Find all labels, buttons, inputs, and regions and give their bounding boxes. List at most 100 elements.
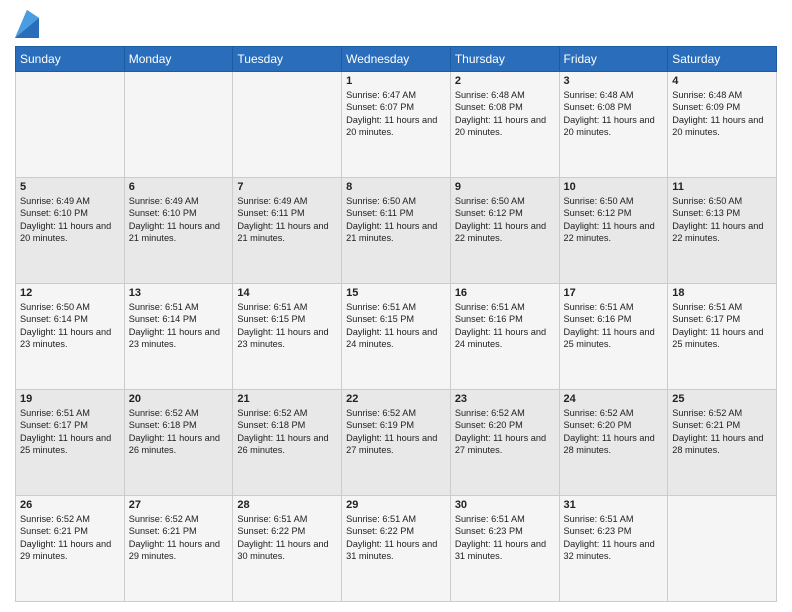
day-info: Sunrise: 6:52 AM Sunset: 6:21 PM Dayligh… (672, 407, 772, 457)
day-cell-10: 10Sunrise: 6:50 AM Sunset: 6:12 PM Dayli… (559, 178, 668, 284)
day-info: Sunrise: 6:52 AM Sunset: 6:20 PM Dayligh… (564, 407, 664, 457)
day-cell-31: 31 Sunrise: 6:51 AM Sunset: 6:23 PM Dayli… (559, 496, 668, 602)
day-number: 2 (455, 75, 555, 87)
day-cell-7: 7 Sunrise: 6:49 AM Sunset: 6:11 PM Daylig… (233, 178, 342, 284)
day-number: 30 (455, 499, 555, 511)
day-cell-27: 27 Sunrise: 6:52 AM Sunset: 6:21 PM Dayli… (124, 496, 233, 602)
day-number: 31 (564, 499, 664, 511)
day-number: 25 (672, 393, 772, 405)
day-info: Sunrise: 6:49 AM Sunset: 6:10 PM Dayligh… (20, 195, 120, 245)
day-number: 18 (672, 287, 772, 299)
day-info: Sunrise: 6:48 AM Sunset: 6:08 PM Dayligh… (455, 89, 555, 139)
day-info: Sunrise: 6:51 AM Sunset: 6:23 PM Dayligh… (564, 513, 664, 563)
day-cell-16: 16Sunrise: 6:51 AM Sunset: 6:16 PM Dayli… (450, 284, 559, 390)
week-row-0: 1 Sunrise: 6:47 AM Sunset: 6:07 PM Daylig… (16, 72, 777, 178)
logo (15, 10, 41, 38)
day-number: 4 (672, 75, 772, 87)
calendar-table: SundayMondayTuesdayWednesdayThursdayFrid… (15, 46, 777, 602)
day-cell-3: 3 Sunrise: 6:48 AM Sunset: 6:08 PM Daylig… (559, 72, 668, 178)
page: SundayMondayTuesdayWednesdayThursdayFrid… (0, 0, 792, 612)
day-number: 23 (455, 393, 555, 405)
day-cell-6: 6 Sunrise: 6:49 AM Sunset: 6:10 PM Daylig… (124, 178, 233, 284)
day-cell-9: 9 Sunrise: 6:50 AM Sunset: 6:12 PM Daylig… (450, 178, 559, 284)
day-number: 8 (346, 181, 446, 193)
day-cell-2: 2 Sunrise: 6:48 AM Sunset: 6:08 PM Daylig… (450, 72, 559, 178)
day-info: Sunrise: 6:52 AM Sunset: 6:19 PM Dayligh… (346, 407, 446, 457)
day-number: 3 (564, 75, 664, 87)
day-info: Sunrise: 6:52 AM Sunset: 6:21 PM Dayligh… (129, 513, 229, 563)
day-info: Sunrise: 6:51 AM Sunset: 6:16 PM Dayligh… (564, 301, 664, 351)
day-number: 29 (346, 499, 446, 511)
day-number: 6 (129, 181, 229, 193)
day-info: Sunrise: 6:50 AM Sunset: 6:12 PM Dayligh… (455, 195, 555, 245)
day-number: 13 (129, 287, 229, 299)
day-cell-24: 24 Sunrise: 6:52 AM Sunset: 6:20 PM Dayli… (559, 390, 668, 496)
day-info: Sunrise: 6:49 AM Sunset: 6:11 PM Dayligh… (237, 195, 337, 245)
day-info: Sunrise: 6:50 AM Sunset: 6:14 PM Dayligh… (20, 301, 120, 351)
day-number: 12 (20, 287, 120, 299)
weekday-header-friday: Friday (559, 47, 668, 72)
day-info: Sunrise: 6:50 AM Sunset: 6:13 PM Dayligh… (672, 195, 772, 245)
day-number: 17 (564, 287, 664, 299)
day-cell-29: 29 Sunrise: 6:51 AM Sunset: 6:22 PM Dayli… (342, 496, 451, 602)
day-info: Sunrise: 6:48 AM Sunset: 6:09 PM Dayligh… (672, 89, 772, 139)
day-info: Sunrise: 6:51 AM Sunset: 6:22 PM Dayligh… (237, 513, 337, 563)
day-number: 9 (455, 181, 555, 193)
day-info: Sunrise: 6:52 AM Sunset: 6:21 PM Dayligh… (20, 513, 120, 563)
weekday-header-row: SundayMondayTuesdayWednesdayThursdayFrid… (16, 47, 777, 72)
week-row-3: 19 Sunrise: 6:51 AM Sunset: 6:17 PM Dayli… (16, 390, 777, 496)
day-info: Sunrise: 6:49 AM Sunset: 6:10 PM Dayligh… (129, 195, 229, 245)
day-info: Sunrise: 6:52 AM Sunset: 6:18 PM Dayligh… (129, 407, 229, 457)
day-info: Sunrise: 6:51 AM Sunset: 6:17 PM Dayligh… (20, 407, 120, 457)
day-cell-8: 8 Sunrise: 6:50 AM Sunset: 6:11 PM Daylig… (342, 178, 451, 284)
day-cell-12: 12 Sunrise: 6:50 AM Sunset: 6:14 PM Dayli… (16, 284, 125, 390)
day-cell-14: 14Sunrise: 6:51 AM Sunset: 6:15 PM Dayli… (233, 284, 342, 390)
day-cell-25: 25 Sunrise: 6:52 AM Sunset: 6:21 PM Dayli… (668, 390, 777, 496)
empty-cell (233, 72, 342, 178)
day-number: 26 (20, 499, 120, 511)
day-cell-21: 21Sunrise: 6:52 AM Sunset: 6:18 PM Dayli… (233, 390, 342, 496)
day-number: 28 (237, 499, 337, 511)
day-info: Sunrise: 6:48 AM Sunset: 6:08 PM Dayligh… (564, 89, 664, 139)
day-info: Sunrise: 6:51 AM Sunset: 6:15 PM Dayligh… (346, 301, 446, 351)
day-cell-13: 13 Sunrise: 6:51 AM Sunset: 6:14 PM Dayli… (124, 284, 233, 390)
empty-cell (124, 72, 233, 178)
day-info: Sunrise: 6:51 AM Sunset: 6:23 PM Dayligh… (455, 513, 555, 563)
weekday-header-monday: Monday (124, 47, 233, 72)
day-cell-22: 22 Sunrise: 6:52 AM Sunset: 6:19 PM Dayli… (342, 390, 451, 496)
weekday-header-saturday: Saturday (668, 47, 777, 72)
logo-icon (15, 10, 39, 38)
day-cell-4: 4 Sunrise: 6:48 AM Sunset: 6:09 PM Daylig… (668, 72, 777, 178)
day-number: 15 (346, 287, 446, 299)
day-number: 20 (129, 393, 229, 405)
day-info: Sunrise: 6:52 AM Sunset: 6:20 PM Dayligh… (455, 407, 555, 457)
day-info: Sunrise: 6:47 AM Sunset: 6:07 PM Dayligh… (346, 89, 446, 139)
day-number: 7 (237, 181, 337, 193)
day-info: Sunrise: 6:50 AM Sunset: 6:11 PM Dayligh… (346, 195, 446, 245)
day-info: Sunrise: 6:51 AM Sunset: 6:16 PM Dayligh… (455, 301, 555, 351)
day-cell-30: 30 Sunrise: 6:51 AM Sunset: 6:23 PM Dayli… (450, 496, 559, 602)
day-number: 5 (20, 181, 120, 193)
day-cell-18: 18Sunrise: 6:51 AM Sunset: 6:17 PM Dayli… (668, 284, 777, 390)
day-cell-23: 23 Sunrise: 6:52 AM Sunset: 6:20 PM Dayli… (450, 390, 559, 496)
empty-cell (16, 72, 125, 178)
day-cell-17: 17 Sunrise: 6:51 AM Sunset: 6:16 PM Dayli… (559, 284, 668, 390)
week-row-1: 5 Sunrise: 6:49 AM Sunset: 6:10 PM Daylig… (16, 178, 777, 284)
day-cell-11: 11 Sunrise: 6:50 AM Sunset: 6:13 PM Dayli… (668, 178, 777, 284)
week-row-4: 26 Sunrise: 6:52 AM Sunset: 6:21 PM Dayli… (16, 496, 777, 602)
day-number: 22 (346, 393, 446, 405)
day-cell-20: 20 Sunrise: 6:52 AM Sunset: 6:18 PM Dayli… (124, 390, 233, 496)
day-number: 1 (346, 75, 446, 87)
day-cell-26: 26 Sunrise: 6:52 AM Sunset: 6:21 PM Dayli… (16, 496, 125, 602)
day-cell-28: 28 Sunrise: 6:51 AM Sunset: 6:22 PM Dayli… (233, 496, 342, 602)
day-cell-5: 5 Sunrise: 6:49 AM Sunset: 6:10 PM Daylig… (16, 178, 125, 284)
day-info: Sunrise: 6:51 AM Sunset: 6:14 PM Dayligh… (129, 301, 229, 351)
day-cell-15: 15 Sunrise: 6:51 AM Sunset: 6:15 PM Dayli… (342, 284, 451, 390)
day-number: 27 (129, 499, 229, 511)
day-info: Sunrise: 6:50 AM Sunset: 6:12 PM Dayligh… (564, 195, 664, 245)
day-number: 19 (20, 393, 120, 405)
day-number: 11 (672, 181, 772, 193)
header (15, 10, 777, 38)
day-info: Sunrise: 6:51 AM Sunset: 6:22 PM Dayligh… (346, 513, 446, 563)
day-number: 24 (564, 393, 664, 405)
